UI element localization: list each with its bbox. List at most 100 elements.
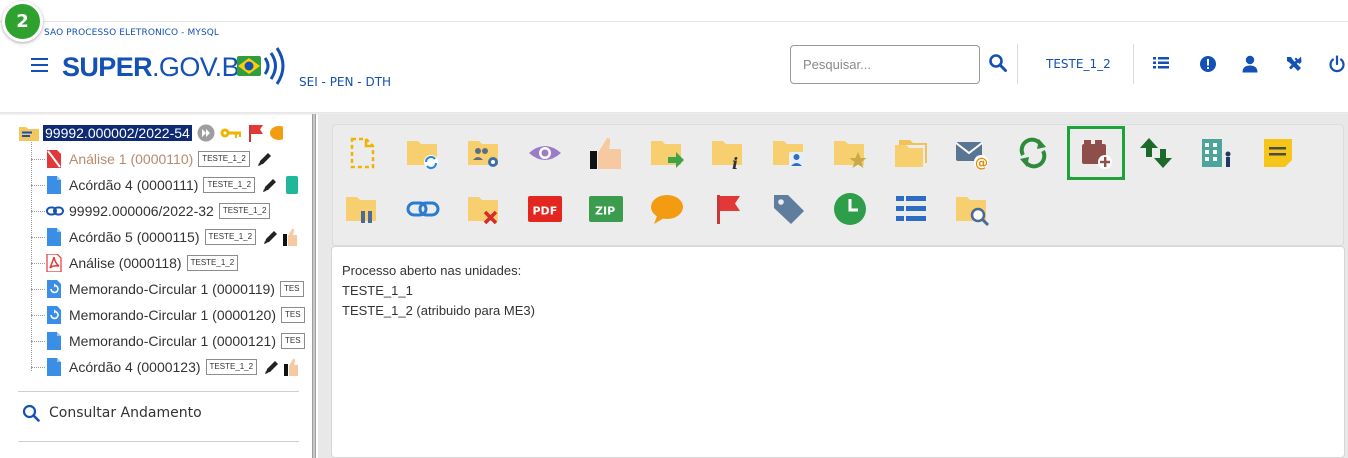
menu-icon[interactable] [31,58,48,72]
sign-button[interactable] [584,131,628,175]
flag-icon[interactable] [248,124,264,142]
comment-icon [651,195,683,224]
tree-item-label[interactable]: Memorando-Circular 1 (0000120) [69,307,276,323]
logo-bold: SUPER [62,52,153,82]
tree-process-root[interactable]: 99992.000002/2022-54 [18,121,283,145]
unit-tag: TESTE_1_2 [218,203,271,219]
tree-connector [31,211,45,212]
link-process-button[interactable] [401,187,445,231]
remove-process-button[interactable] [462,187,506,231]
send-process-button[interactable] [645,131,689,175]
cancelled-doc-icon [47,150,61,168]
flag-button[interactable] [706,187,750,231]
logo-subtitle: SEI - PEN - DTH [299,75,392,89]
tree-item-label[interactable]: Memorando-Circular 1 (0000121) [69,333,276,349]
process-number[interactable]: 99992.000002/2022-54 [43,125,192,141]
view-button[interactable] [523,131,567,175]
pen-icon[interactable] [264,359,280,375]
consult-andamento-link[interactable]: Consultar Andamento [22,404,202,422]
power-icon[interactable] [1328,55,1346,73]
circular-doc-icon [47,280,61,298]
reopen-process-button[interactable] [401,131,445,175]
unit-tag: TESTE_1_2 [186,255,239,271]
sign-icon[interactable] [283,228,298,246]
list-view-button[interactable] [889,187,933,231]
generate-zip-button[interactable]: ZIP [584,187,628,231]
refresh-button[interactable] [1011,131,1055,175]
tree-item-label[interactable]: Acórdão 4 (0000111) [69,177,198,193]
tree-item[interactable]: Análise (0000118) TESTE_1_2 [46,251,239,275]
tree-connector [31,185,45,186]
remove-process-icon [468,197,498,225]
sign-icon[interactable] [284,358,299,376]
doc-icon [47,228,61,246]
tree-connector [31,341,45,342]
favorite-process-button[interactable] [828,131,872,175]
comment-icon[interactable] [269,125,283,141]
logo-mark-icon [237,47,285,85]
link-process-icon [406,201,440,217]
assign-user-button[interactable] [767,131,811,175]
doc-icon [47,332,61,350]
tree-item[interactable]: Memorando-Circular 1 (0000121) TES [46,329,305,353]
sign-icon [590,137,621,169]
assign-process-button[interactable] [462,131,506,175]
tree-connector [31,237,45,238]
comment-button[interactable] [645,187,689,231]
search-process-button[interactable] [950,187,994,231]
top-divider [0,21,1348,22]
list-icon[interactable] [1152,55,1170,73]
tree-item[interactable]: 99992.000006/2022-32 TESTE_1_2 [46,199,271,223]
panel-splitter[interactable] [312,114,316,458]
logo[interactable]: SUPER.GOV.BR [62,52,258,82]
step-badge: 2 [2,1,43,42]
tree-item[interactable]: Memorando-Circular 1 (0000120) TES [46,303,305,327]
send-email-button[interactable]: @ [950,131,994,175]
tree-item-label[interactable]: Acórdão 5 (0000115) [69,229,200,245]
doc-icon [47,358,61,376]
new-document-button[interactable] [340,131,384,175]
tree-item-label[interactable]: Memorando-Circular 1 (0000119) [69,281,275,297]
pen-icon[interactable] [262,177,278,193]
generate-pdf-button[interactable]: PDF [523,187,567,231]
add-block-button[interactable] [1067,126,1125,180]
note-button[interactable] [1256,131,1300,175]
refresh-icon [1019,137,1047,169]
tree-item[interactable]: Análise 1 (0000110) TESTE_1_2 [46,147,273,171]
pen-icon[interactable] [257,151,273,167]
tree-item-label[interactable]: Acórdão 4 (0000123) [69,359,201,375]
signature-badge-icon[interactable] [286,176,299,194]
unit-selector[interactable]: TESTE_1_2 [1046,57,1111,71]
search-input[interactable] [790,45,980,84]
key-icon[interactable] [220,126,242,140]
tree-item-label[interactable]: Análise 1 (0000110) [69,151,193,167]
process-relations-button[interactable] [889,131,933,175]
user-icon[interactable] [1241,55,1259,73]
header-divider [1017,44,1018,84]
svg-text:PDF: PDF [533,205,558,218]
content-line: TESTE_1_2 (atribuido para ME3) [342,303,535,318]
tools-icon[interactable] [1285,55,1303,73]
tree-item[interactable]: Acórdão 4 (0000111) TESTE_1_2 [46,173,299,197]
assign-process-icon [468,141,498,167]
tree-item[interactable]: Memorando-Circular 1 (0000119) TES [46,277,304,301]
tree-connector [31,159,45,160]
units-button[interactable] [1195,131,1239,175]
tag-button[interactable] [767,187,811,231]
process-info-button[interactable]: i [706,131,750,175]
separator [18,441,299,442]
tree-item[interactable]: Acórdão 4 (0000123) TESTE_1_2 [46,355,299,379]
tree-guide [31,138,32,371]
suspend-process-button[interactable] [340,187,384,231]
tree-item[interactable]: Acórdão 5 (0000115) TESTE_1_2 [46,225,298,249]
search-icon[interactable] [988,53,1008,73]
pen-icon[interactable] [263,229,279,245]
tree-item-label[interactable]: Análise (0000118) [69,255,182,271]
doc-icon [47,176,61,194]
unit-tag: TES [281,307,305,323]
alert-icon[interactable] [1199,55,1217,73]
sort-button[interactable] [1134,131,1178,175]
deadline-button[interactable] [828,187,872,231]
tree-item-label[interactable]: 99992.000006/2022-32 [69,203,214,219]
forward-icon[interactable] [197,124,215,142]
